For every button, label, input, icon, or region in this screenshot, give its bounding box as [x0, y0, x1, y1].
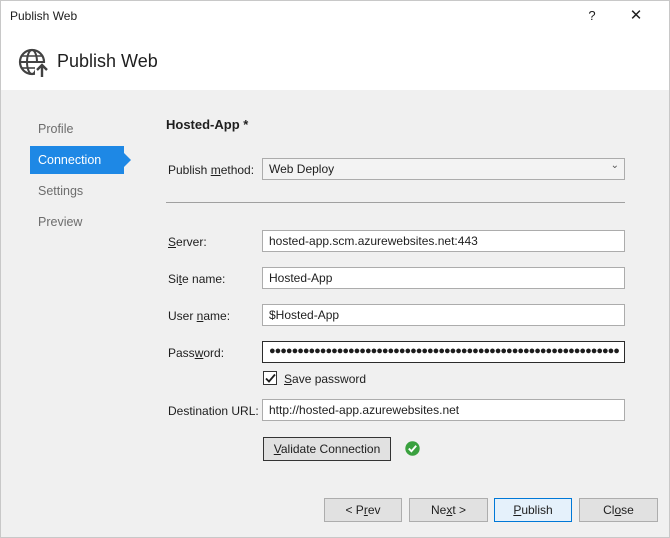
divider [166, 202, 625, 203]
help-button[interactable]: ? [583, 6, 601, 26]
user-name-label: User name: [168, 309, 231, 323]
nav-item-preview[interactable]: Preview [30, 208, 140, 236]
publish-method-select[interactable]: Web Deploy ⌄ [262, 158, 625, 180]
window-title: Publish Web [10, 9, 78, 23]
nav-item-profile[interactable]: Profile [30, 115, 140, 143]
title-bar: Publish Web ? ✕ [1, 1, 669, 32]
password-label: Password: [168, 346, 225, 360]
globe-publish-icon [17, 46, 49, 78]
chevron-down-icon: ⌄ [610, 160, 619, 171]
user-name-input[interactable]: $Hosted-App [262, 304, 625, 326]
next-button[interactable]: Next > [409, 498, 488, 522]
save-password-checkbox[interactable] [263, 371, 277, 385]
dialog-header: Publish Web [1, 32, 669, 90]
validate-connection-button[interactable]: Validate Connection [263, 437, 391, 461]
site-name-input[interactable]: Hosted-App [262, 267, 625, 289]
dialog-title: Publish Web [57, 51, 158, 71]
save-password-label[interactable]: Save password [284, 372, 366, 386]
nav-item-connection[interactable]: Connection [30, 146, 131, 174]
destination-url-input[interactable]: http://hosted-app.azurewebsites.net [262, 399, 625, 421]
destination-url-label: Destination URL: [168, 404, 259, 418]
server-input[interactable]: hosted-app.scm.azurewebsites.net:443 [262, 230, 625, 252]
server-label: Server: [168, 235, 207, 249]
publish-button[interactable]: Publish [494, 498, 572, 522]
close-button[interactable]: Close [579, 498, 658, 522]
checkmark-icon [265, 373, 276, 383]
prev-button[interactable]: < Prev [324, 498, 402, 522]
wizard-nav: Profile Connection Settings Preview [30, 115, 140, 239]
publish-method-label: Publish method: [168, 163, 255, 177]
password-input[interactable]: ●●●●●●●●●●●●●●●●●●●●●●●●●●●●●●●●●●●●●●●●… [262, 341, 625, 363]
publish-web-dialog: Publish Web ? ✕ Publish Web Profile Conn… [0, 0, 670, 538]
close-window-button[interactable]: ✕ [626, 6, 646, 26]
nav-item-settings[interactable]: Settings [30, 177, 140, 205]
check-circle-icon [405, 441, 420, 456]
publish-method-value: Web Deploy [269, 162, 335, 176]
profile-name: Hosted-App * [166, 117, 249, 132]
site-name-label: Site name: [168, 272, 226, 286]
